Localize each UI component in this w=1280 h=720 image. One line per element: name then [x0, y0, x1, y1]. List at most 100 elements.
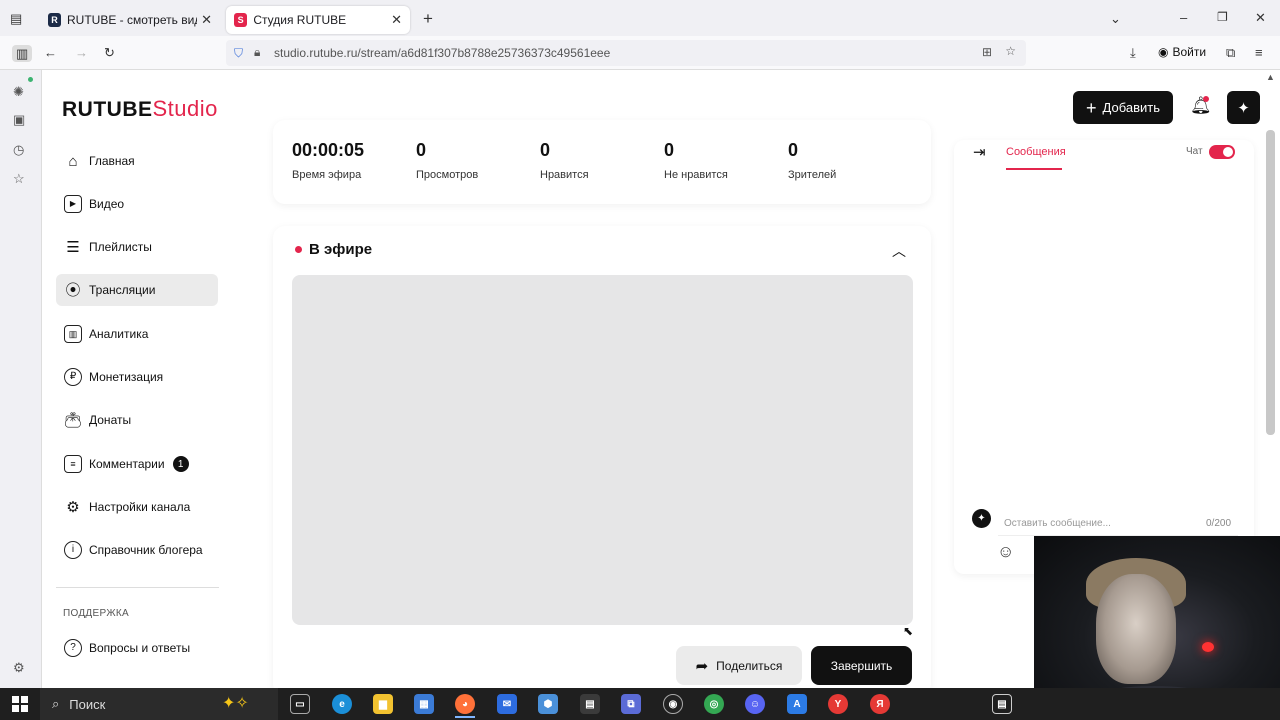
nav-item-monetization[interactable]: ₽ Монетизация	[56, 361, 218, 393]
live-indicator-dot	[295, 246, 302, 253]
tab-studio[interactable]: S Студия RUTUBE ✕	[226, 6, 410, 34]
nav-item-comments[interactable]: ≡ Комментарии 1	[56, 448, 218, 480]
yandex-browser-icon[interactable]: Y	[828, 694, 848, 714]
analytics-icon: ▥	[64, 325, 82, 343]
menu-icon[interactable]: ≡	[1255, 46, 1263, 59]
stat-label: Нравится	[540, 169, 589, 181]
mail-app-icon[interactable]: ✉	[497, 694, 517, 714]
yandex-icon[interactable]: Я	[870, 694, 890, 714]
nav-item-label: Плейлисты	[89, 240, 152, 254]
studio-favicon-icon: S	[234, 13, 248, 27]
discord-icon[interactable]: ☺	[745, 694, 765, 714]
close-tab-icon[interactable]: ✕	[391, 12, 402, 28]
emoji-smile-icon[interactable]: ☺	[997, 542, 1014, 562]
document-app-icon[interactable]: ▤	[580, 694, 600, 714]
broadcast-icon: ⦿	[65, 281, 81, 299]
ai-chat-icon[interactable]: ✺	[13, 84, 24, 100]
scroll-up-arrow-icon[interactable]: ▲	[1266, 72, 1275, 82]
bookmarks-icon[interactable]: ☆	[13, 171, 25, 187]
channel-avatar[interactable]: ✦	[1227, 91, 1260, 124]
customize-sidebar-icon[interactable]: ⚙	[13, 660, 25, 676]
windows-start-icon[interactable]	[12, 696, 28, 712]
share-button[interactable]: ➦ Поделиться	[676, 646, 802, 685]
back-icon[interactable]: ←	[44, 46, 57, 59]
nav-item-analytics[interactable]: ▥ Аналитика	[56, 318, 218, 350]
nav-item-donations[interactable]: 👛︎ Донаты	[56, 404, 218, 436]
close-tab-icon[interactable]: ✕	[201, 12, 212, 28]
toggle-knob	[1223, 147, 1233, 157]
stat-viewers: 0 Зрителей	[788, 140, 836, 181]
cube-app-icon[interactable]: ⬢	[538, 694, 558, 714]
sidebar-toggle-icon[interactable]: ▥	[12, 45, 33, 62]
end-stream-button[interactable]: Завершить	[811, 646, 912, 685]
firefox-icon[interactable]: ◕	[455, 694, 475, 714]
collapse-chat-icon[interactable]: ⇥	[973, 143, 986, 161]
stat-likes: 0 Нравится	[540, 140, 589, 181]
chat-toggle-label: Чат	[1186, 146, 1203, 157]
minimize-icon[interactable]: –	[1180, 11, 1187, 24]
nav-item-playlists[interactable]: ☰ Плейлисты	[56, 231, 218, 263]
chat-user-avatar: ✦	[972, 509, 991, 528]
news-widget-icon[interactable]: ▤	[992, 694, 1012, 714]
share-button-label: Поделиться	[716, 658, 783, 673]
login-button[interactable]: ◉ Войти	[1158, 45, 1206, 59]
extensions-icon[interactable]: ⧉	[1226, 46, 1235, 59]
add-button-label: Добавить	[1102, 100, 1160, 115]
tab-overflow-chevron-icon[interactable]: ⌄	[1110, 12, 1121, 25]
edge-icon[interactable]: e	[332, 694, 352, 714]
stat-label: Не нравится	[664, 169, 728, 181]
webcam-red-light	[1202, 642, 1214, 652]
nav-item-video[interactable]: ▶ Видео	[56, 188, 218, 220]
shield-icon[interactable]: ⛉	[234, 46, 243, 61]
address-bar[interactable]: ⛉ 🔒︎ studio.rutube.ru/stream/a6d81f307b8…	[226, 40, 1026, 66]
new-tab-icon[interactable]: +	[423, 10, 433, 27]
store-icon[interactable]: ▦	[414, 694, 434, 714]
help-icon: ?	[64, 639, 82, 657]
nav-item-broadcasts[interactable]: ⦿ Трансляции	[56, 274, 218, 306]
reload-icon[interactable]: ↻	[104, 46, 115, 59]
live-title: В эфире	[309, 241, 373, 258]
obs-icon[interactable]: ◉	[663, 694, 683, 714]
rutube-favicon-icon: R	[48, 13, 62, 27]
comments-count-badge: 1	[172, 456, 189, 472]
chat-input-placeholder: Оставить сообщение...	[1004, 518, 1111, 529]
download-icon[interactable]: ⤓	[1130, 46, 1136, 59]
nav-item-channel-settings[interactable]: ⚙ Настройки канала	[56, 491, 218, 523]
app-store-icon[interactable]: A	[787, 694, 807, 714]
chevron-up-icon[interactable]: ︿	[892, 241, 906, 261]
lock-icon[interactable]: 🔒︎	[254, 45, 260, 60]
ruble-icon: ₽	[64, 368, 82, 386]
synced-tabs-icon[interactable]: ▣	[13, 112, 25, 128]
chat-message-input[interactable]: Оставить сообщение...	[998, 512, 1238, 536]
url-text: studio.rutube.ru/stream/a6d81f307b8788e2…	[274, 46, 611, 60]
install-app-icon[interactable]: ⊞	[982, 45, 992, 59]
nav-item-label: Настройки канала	[89, 500, 191, 514]
nav-item-home[interactable]: ⌂ Главная	[56, 145, 218, 177]
add-button[interactable]: + Добавить	[1073, 91, 1173, 124]
notification-dot	[28, 77, 33, 82]
restore-icon[interactable]: ❐	[1217, 11, 1228, 23]
nav-item-faq[interactable]: ? Вопросы и ответы	[56, 632, 218, 664]
stream-preview-player[interactable]	[292, 275, 913, 625]
forward-icon[interactable]: →	[75, 46, 88, 59]
nav-item-label: Вопросы и ответы	[89, 641, 191, 655]
tab-rutube[interactable]: R RUTUBE - смотреть видео онл ✕	[40, 6, 220, 34]
share-icon: ➦	[695, 657, 709, 675]
task-view-icon[interactable]: ▭	[290, 694, 310, 714]
tab-list-icon[interactable]: ▤	[10, 12, 22, 25]
remote-desktop-icon[interactable]: ⧉	[621, 694, 641, 714]
nav-item-blogger-guide[interactable]: i Справочник блогера	[56, 534, 218, 566]
chat-toggle[interactable]	[1209, 145, 1235, 159]
nav-item-label: Видео	[89, 197, 125, 211]
chrome-icon[interactable]: ◎	[704, 694, 724, 714]
tab-messages[interactable]: Сообщения	[1006, 146, 1066, 158]
rutube-studio-logo[interactable]: RUTUBEStudio	[62, 96, 218, 122]
nav-item-label: Аналитика	[89, 327, 149, 341]
close-window-icon[interactable]: ✕	[1255, 11, 1266, 24]
file-explorer-icon[interactable]: ▆	[373, 694, 393, 714]
bookmark-star-icon[interactable]: ☆	[1005, 44, 1016, 58]
chat-char-counter: 0/200	[1206, 518, 1232, 529]
history-icon[interactable]: ◷	[13, 142, 24, 158]
stat-value: 0	[788, 140, 799, 160]
page-scrollbar[interactable]	[1266, 130, 1275, 435]
